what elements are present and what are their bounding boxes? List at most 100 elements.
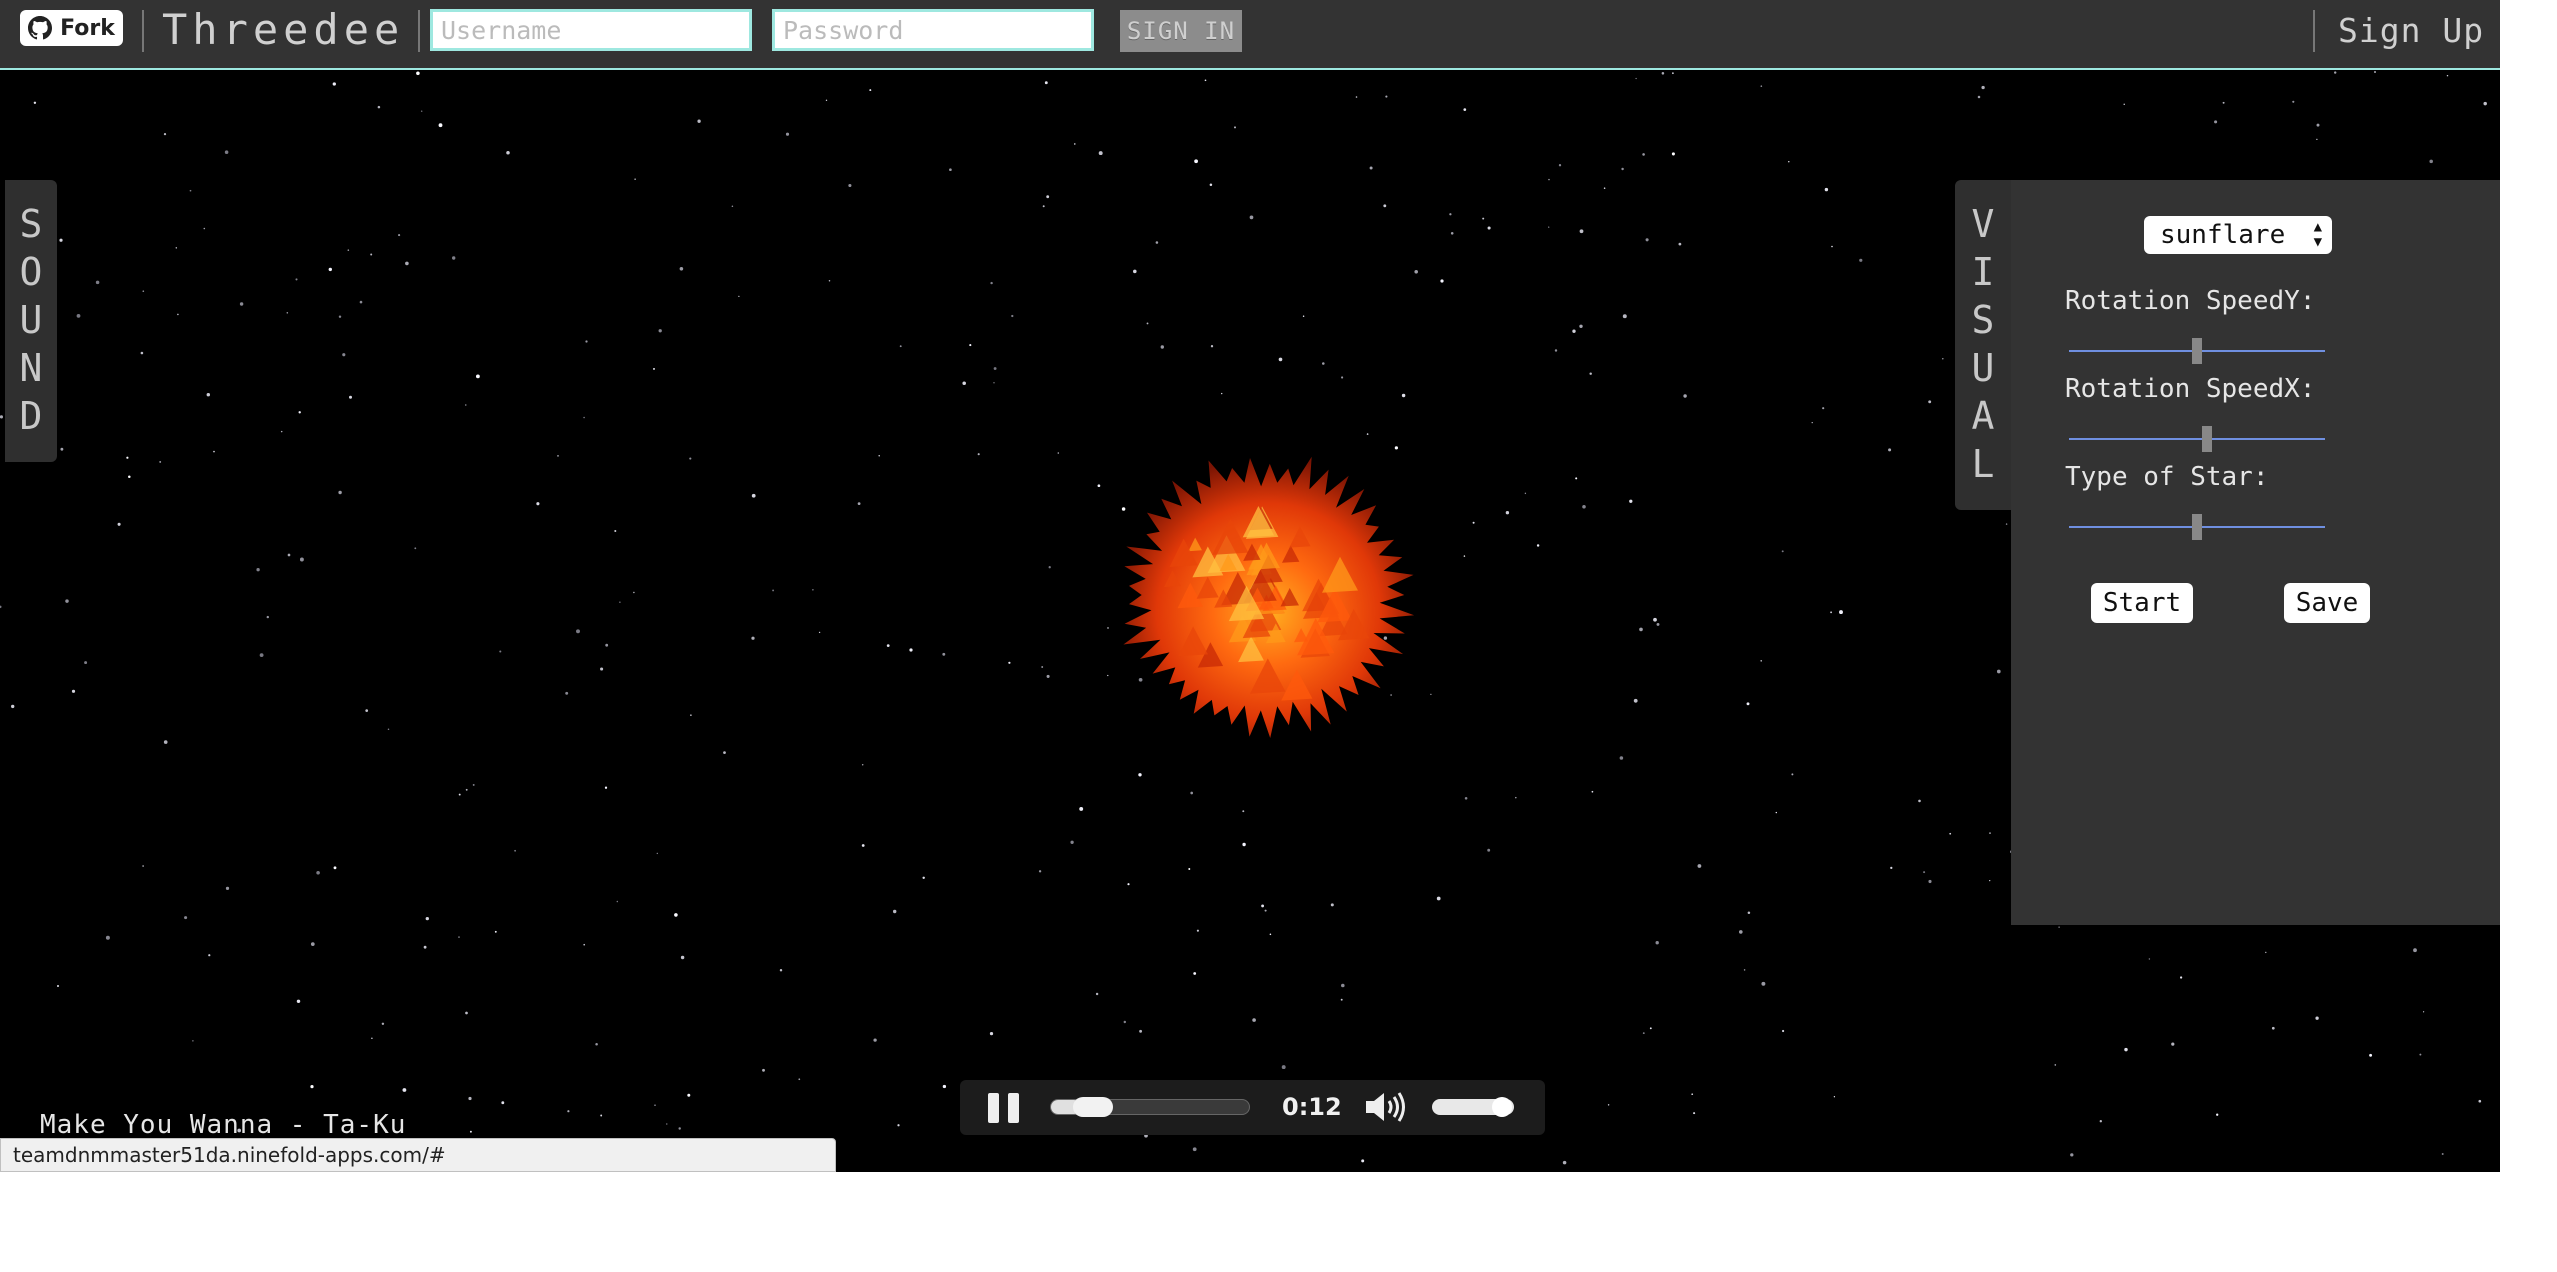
save-button[interactable]: Save: [2284, 583, 2370, 623]
fork-button[interactable]: Fork: [20, 10, 123, 46]
star: [1996, 669, 2001, 674]
star: [1095, 992, 1099, 996]
star: [1839, 610, 1843, 615]
star: [1355, 96, 1358, 98]
slider-thumb[interactable]: [2192, 514, 2202, 540]
fork-label: Fork: [60, 15, 115, 41]
progress-bar[interactable]: [1050, 1097, 1250, 1117]
star: [1582, 505, 1586, 509]
star: [1044, 81, 1048, 85]
star: [1562, 1160, 1567, 1165]
star: [1242, 842, 1246, 847]
sign-up-link[interactable]: Sign Up: [2338, 8, 2484, 54]
star: [1079, 806, 1084, 811]
star: [654, 1104, 656, 1107]
star: [402, 1088, 407, 1092]
star: [1942, 358, 1944, 360]
star: [1269, 933, 1272, 936]
volume-icon[interactable]: [1364, 1090, 1408, 1124]
tab-letter: L: [1971, 442, 1995, 486]
app-canvas: Fork Threedee SIGN IN Sign Up S O U N D …: [0, 0, 2500, 1172]
rotation-speed-y-slider[interactable]: [2069, 335, 2325, 365]
star: [962, 381, 966, 385]
progress-thumb[interactable]: [1072, 1097, 1113, 1117]
star: [184, 916, 188, 920]
star: [1008, 661, 1011, 664]
tab-letter: V: [1971, 202, 1995, 246]
star: [825, 99, 828, 101]
star: [1811, 421, 1813, 424]
star: [465, 788, 468, 791]
sun-visualization[interactable]: [1115, 450, 1415, 740]
star: [0, 605, 2, 609]
star: [1645, 238, 1649, 242]
star: [2446, 74, 2449, 77]
star: [280, 430, 283, 433]
slider-thumb[interactable]: [2192, 338, 2202, 364]
star: [1361, 1159, 1365, 1163]
star: [1579, 229, 1584, 234]
star: [2316, 123, 2320, 127]
username-input[interactable]: [430, 9, 752, 51]
star: [1830, 611, 1833, 614]
star: [2441, 1153, 2444, 1155]
star: [679, 267, 684, 271]
star: [828, 280, 831, 282]
type-of-star-label: Type of Star:: [2065, 462, 2269, 492]
slider-thumb[interactable]: [2202, 426, 2213, 452]
star: [989, 1031, 994, 1036]
star: [731, 205, 734, 207]
star: [299, 557, 304, 562]
star: [1747, 911, 1751, 915]
star: [1209, 183, 1213, 186]
star: [892, 909, 897, 914]
sound-panel-tab[interactable]: S O U N D: [5, 180, 57, 462]
star: [126, 456, 129, 459]
star: [600, 1114, 603, 1117]
star: [1949, 832, 1952, 835]
password-input[interactable]: [772, 9, 1094, 51]
start-button[interactable]: Start: [2091, 583, 2193, 623]
pause-icon[interactable]: [988, 1093, 1020, 1123]
star: [886, 644, 890, 647]
star: [469, 1130, 472, 1133]
star: [772, 589, 775, 592]
star: [2124, 1047, 2128, 1052]
star: [501, 1101, 505, 1105]
star: [1194, 159, 1198, 164]
star: [465, 404, 467, 406]
visual-panel-tab[interactable]: V I S U A L: [1955, 180, 2011, 510]
star: [286, 312, 289, 314]
star: [1591, 790, 1594, 793]
star: [2054, 1064, 2057, 1066]
now-playing-title: Make You Wanna - Ta-Ku: [40, 1110, 407, 1140]
star: [1579, 324, 1583, 328]
star: [1057, 452, 1060, 454]
star: [1981, 85, 1985, 90]
star: [310, 1085, 314, 1089]
volume-thumb[interactable]: [1491, 1097, 1512, 1117]
star: [1923, 871, 1926, 874]
star: [1671, 152, 1675, 156]
star: [605, 643, 609, 647]
sign-in-button[interactable]: SIGN IN: [1120, 10, 1242, 52]
star: [1249, 215, 1254, 220]
star: [1264, 909, 1267, 912]
star: [1463, 108, 1467, 111]
star: [465, 1011, 468, 1015]
star: [95, 280, 100, 285]
star: [203, 227, 206, 230]
star: [697, 119, 701, 123]
type-of-star-slider[interactable]: [2069, 511, 2325, 541]
star: [1619, 756, 1624, 760]
preset-select[interactable]: sunflare ▲ ▼: [2144, 216, 2332, 254]
star: [1672, 72, 1674, 75]
star: [458, 793, 461, 796]
star: [678, 1127, 681, 1130]
rotation-speed-x-slider[interactable]: [2069, 423, 2325, 453]
star: [1989, 879, 1991, 882]
volume-slider[interactable]: [1432, 1097, 1514, 1117]
star: [583, 943, 586, 946]
star: [565, 691, 569, 695]
star: [1341, 376, 1344, 379]
